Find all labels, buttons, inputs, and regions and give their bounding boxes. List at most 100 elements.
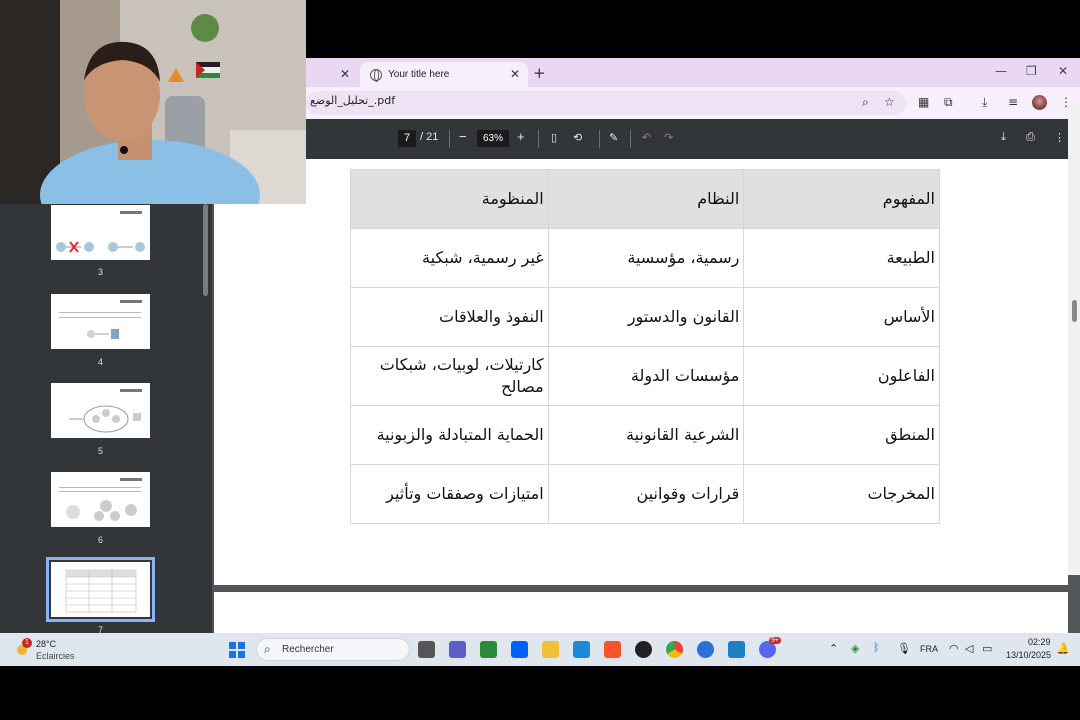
- remote-desktop-icon[interactable]: [573, 641, 590, 658]
- minimize-icon[interactable]: —: [995, 64, 1007, 78]
- tab-active[interactable]: Your title here ✕: [360, 62, 528, 87]
- url-text[interactable]: تحليل_الوضع_.pdf: [310, 94, 395, 107]
- globe-icon: [370, 68, 382, 82]
- viewer-scrollbar-thumb[interactable]: [1072, 300, 1077, 322]
- separator: [538, 130, 539, 148]
- zoom-in-icon[interactable]: +: [517, 129, 525, 144]
- qr-code-icon[interactable]: ▦: [918, 95, 929, 109]
- undo-icon[interactable]: ↶: [642, 131, 651, 144]
- table-cell: كارتيلات، لوبيات، شبكات مصالح: [350, 346, 549, 406]
- tray-overflow-icon[interactable]: ⌃: [829, 642, 838, 655]
- more-options-icon[interactable]: ⋮: [1054, 131, 1065, 144]
- fit-page-icon[interactable]: ▯: [551, 131, 557, 144]
- pdf-page-next: [214, 592, 1068, 633]
- print-icon[interactable]: ⎙: [1026, 131, 1035, 144]
- brave-icon[interactable]: [604, 641, 621, 658]
- app-icon[interactable]: [697, 641, 714, 658]
- chrome-icon[interactable]: [666, 641, 683, 658]
- pdf-page: المفهوم النظام المنظومة الطبيعة رسمية، م…: [214, 159, 1068, 585]
- close-tab-icon[interactable]: ✕: [340, 67, 350, 81]
- task-view-icon[interactable]: [418, 641, 435, 658]
- annotate-icon[interactable]: ✎: [609, 131, 618, 144]
- table-cell: الفاعلون: [743, 346, 940, 406]
- table-header-cell: النظام: [547, 169, 745, 229]
- thumbnail-page[interactable]: [51, 294, 150, 349]
- tab-previous[interactable]: ✕: [306, 62, 358, 87]
- table-cell: القانون والدستور: [547, 287, 745, 347]
- redo-icon[interactable]: ↷: [664, 131, 673, 144]
- table-row: الأساس القانون والدستور النفوذ والعلاقات: [350, 287, 940, 347]
- separator: [449, 130, 450, 148]
- dropbox-icon[interactable]: [511, 641, 528, 658]
- zoom-icon[interactable]: ⌕: [862, 95, 869, 110]
- table-cell: المخرجات: [743, 464, 940, 524]
- table-cell: النفوذ والعلاقات: [350, 287, 549, 347]
- close-tab-icon[interactable]: ✕: [510, 67, 520, 81]
- omnibox[interactable]: [306, 91, 906, 115]
- thumbnail-page-number: 5: [97, 446, 103, 456]
- weather-desc: Eclaircies: [36, 651, 75, 661]
- clock-date[interactable]: 13/10/2025: [1006, 650, 1051, 660]
- security-icon[interactable]: ◈: [851, 642, 859, 655]
- taskbar-search[interactable]: ⌕ Rechercher: [256, 638, 410, 661]
- sidebar-scrollbar-thumb[interactable]: [203, 204, 208, 296]
- viewer-scrollbar[interactable]: [1068, 101, 1080, 575]
- language-indicator[interactable]: FRA: [920, 644, 938, 654]
- screen: ✕ Your title here ✕ + — ❐ ✕ تحليل_الوضع_…: [0, 0, 1080, 720]
- weather-temp: 28°C: [36, 639, 57, 649]
- page-number-input[interactable]: 7: [398, 130, 416, 147]
- microphone-icon[interactable]: 🎙: [897, 642, 911, 655]
- bluetooth-icon[interactable]: ᛒ: [873, 642, 880, 654]
- thumbnail-page-number: 6: [97, 535, 103, 545]
- document-viewer[interactable]: المفهوم النظام المنظومة الطبيعة رسمية، م…: [212, 159, 1080, 633]
- tab-label: Your title here: [388, 69, 450, 80]
- profile-avatar[interactable]: [1032, 95, 1047, 110]
- thumbnail-page-number: 3: [97, 267, 103, 277]
- download-pdf-icon[interactable]: ⤓: [1001, 131, 1006, 144]
- download-icon[interactable]: ⤓: [982, 95, 987, 110]
- table-cell: مؤسسات الدولة: [547, 346, 745, 406]
- battery-icon[interactable]: ▭: [982, 642, 992, 655]
- table-header-cell: المفهوم: [743, 169, 940, 229]
- monitor-app-icon[interactable]: [728, 641, 745, 658]
- taskbar: 1 28°C Eclaircies ⌕ Rechercher 9+ ⌃ ◈ ᛒ …: [0, 633, 1080, 666]
- wifi-icon[interactable]: ◠: [949, 642, 959, 655]
- table-row: الطبيعة رسمية، مؤسسية غير رسمية، شبكية: [350, 228, 940, 288]
- teams-icon[interactable]: [449, 641, 466, 658]
- file-explorer-icon[interactable]: [542, 641, 559, 658]
- separator: [599, 130, 600, 148]
- zoom-input[interactable]: 63%: [477, 130, 509, 147]
- table-cell: غير رسمية، شبكية: [350, 228, 549, 288]
- table-row: المخرجات قرارات وقوانين امتيازات وصفقات …: [350, 464, 940, 524]
- thumbnail-page-selected[interactable]: [46, 557, 155, 622]
- extensions-icon[interactable]: ⧉: [944, 95, 953, 110]
- thumbnail-page[interactable]: [51, 383, 150, 438]
- webcam-overlay: [0, 0, 306, 204]
- search-icon: ⌕: [264, 642, 271, 656]
- volume-icon[interactable]: ◁: [965, 642, 973, 655]
- search-placeholder: Rechercher: [282, 644, 334, 655]
- thumb-table: [65, 569, 137, 613]
- letterbox-bottom: [0, 666, 1080, 720]
- thumb-diagram: [69, 405, 141, 433]
- new-tab-icon[interactable]: +: [533, 64, 546, 82]
- thumbnail-page-number: 7: [97, 625, 103, 633]
- restore-icon[interactable]: ❐: [1026, 64, 1037, 78]
- bookmark-star-icon[interactable]: ☆: [884, 95, 895, 109]
- separator: [630, 130, 631, 148]
- obs-icon[interactable]: [635, 641, 652, 658]
- rotate-icon[interactable]: ⟲: [573, 131, 582, 144]
- store-icon[interactable]: [480, 641, 497, 658]
- thumbnail-page[interactable]: [51, 205, 150, 260]
- table-cell: الأساس: [743, 287, 940, 347]
- clock-time[interactable]: 02:29: [1028, 637, 1051, 647]
- table-cell: امتيازات وصفقات وتأثير: [350, 464, 549, 524]
- table-cell: قرارات وقوانين: [547, 464, 745, 524]
- thumbnail-page[interactable]: [51, 472, 150, 527]
- windows-start-icon[interactable]: [229, 642, 245, 658]
- zoom-out-icon[interactable]: −: [459, 129, 467, 144]
- close-window-icon[interactable]: ✕: [1058, 64, 1068, 78]
- weather-widget[interactable]: 1 28°C Eclaircies: [14, 637, 84, 663]
- media-icon[interactable]: ≡: [1008, 95, 1018, 109]
- notification-bell-icon[interactable]: 🔔: [1056, 642, 1070, 655]
